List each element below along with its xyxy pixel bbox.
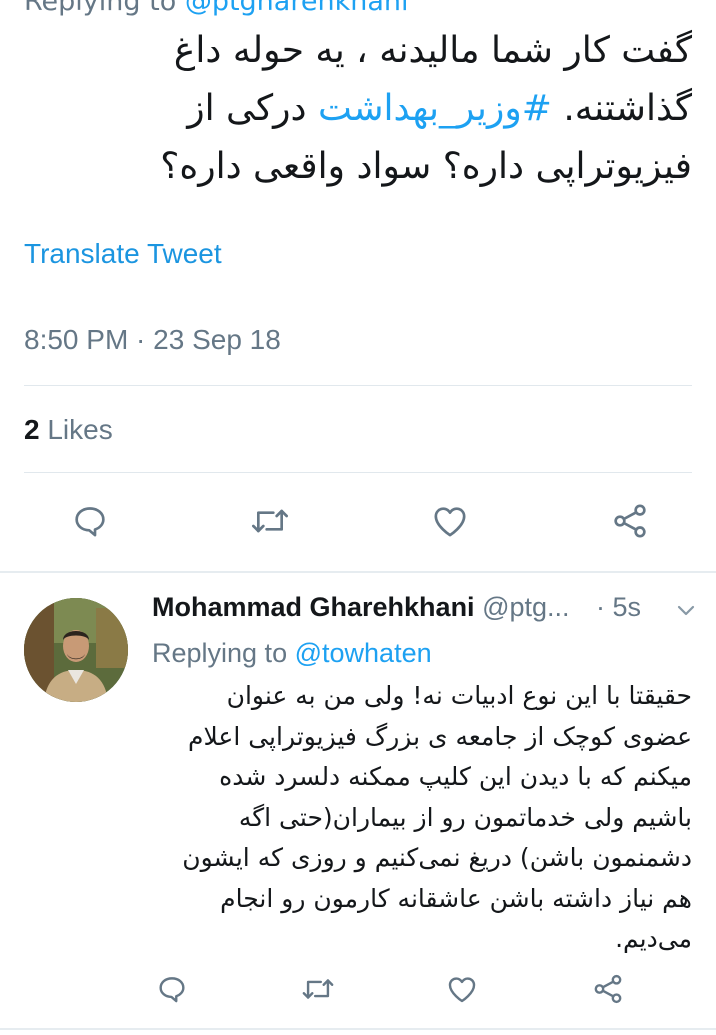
share-icon bbox=[614, 504, 646, 538]
reply-replying-label: Replying to bbox=[152, 638, 288, 668]
retweet-button[interactable] bbox=[246, 497, 294, 545]
reply-text: حقیقتا با این نوع ادبیات نه! ولی من به ع… bbox=[182, 681, 692, 953]
retweet-icon bbox=[302, 979, 334, 999]
share-icon bbox=[594, 974, 622, 1004]
likes-number: 2 bbox=[24, 414, 40, 445]
reply-reply-button[interactable] bbox=[148, 965, 196, 1013]
reply-button[interactable] bbox=[66, 497, 114, 545]
reply-time: · 5s bbox=[596, 592, 642, 622]
reply-replying-handle[interactable]: @towhaten bbox=[295, 638, 432, 668]
reply-like-button[interactable] bbox=[438, 965, 486, 1013]
tweet-actions bbox=[0, 497, 716, 547]
divider bbox=[24, 472, 692, 473]
avatar-photo bbox=[24, 598, 128, 702]
hashtag-link[interactable]: #وزیر_بهداشت bbox=[318, 88, 552, 129]
reply-replying-to: Replying to @towhaten bbox=[152, 638, 432, 669]
author-name[interactable]: Mohammad Gharehkhani bbox=[152, 592, 475, 622]
chevron-down-icon bbox=[677, 605, 695, 616]
like-button[interactable] bbox=[426, 497, 474, 545]
likes-label: Likes bbox=[47, 414, 113, 445]
avatar[interactable] bbox=[24, 598, 128, 702]
likes-count[interactable]: 2 Likes bbox=[24, 414, 113, 446]
reply-share-button[interactable] bbox=[584, 965, 632, 1013]
heart-icon bbox=[448, 977, 476, 1003]
tweet-separator bbox=[0, 1028, 716, 1030]
replying-to-header: Replying to @ptgharehkhani bbox=[24, 0, 408, 17]
reply-actions bbox=[0, 965, 716, 1011]
retweet-icon bbox=[252, 509, 288, 533]
speech-bubble-icon bbox=[159, 977, 185, 1003]
reply-retweet-button[interactable] bbox=[294, 965, 342, 1013]
replying-to-label: Replying to bbox=[24, 0, 177, 17]
translate-tweet-link[interactable]: Translate Tweet bbox=[24, 238, 222, 270]
replying-to-handle[interactable]: @ptgharehkhani bbox=[185, 0, 409, 17]
share-button[interactable] bbox=[606, 497, 654, 545]
tweet-text: گفت کار شما مالیدنه ، یه حوله داغ گذاشتن… bbox=[52, 22, 692, 196]
reply-author[interactable]: Mohammad Gharehkhani @ptg... bbox=[152, 592, 570, 623]
author-handle[interactable]: @ptg... bbox=[482, 592, 569, 622]
tweet-separator bbox=[0, 571, 716, 573]
more-options-button[interactable] bbox=[674, 600, 698, 626]
heart-icon bbox=[434, 507, 466, 537]
speech-bubble-icon bbox=[75, 507, 105, 537]
tweet-timestamp: 8:50 PM · 23 Sep 18 bbox=[24, 324, 281, 355]
divider bbox=[24, 385, 692, 386]
